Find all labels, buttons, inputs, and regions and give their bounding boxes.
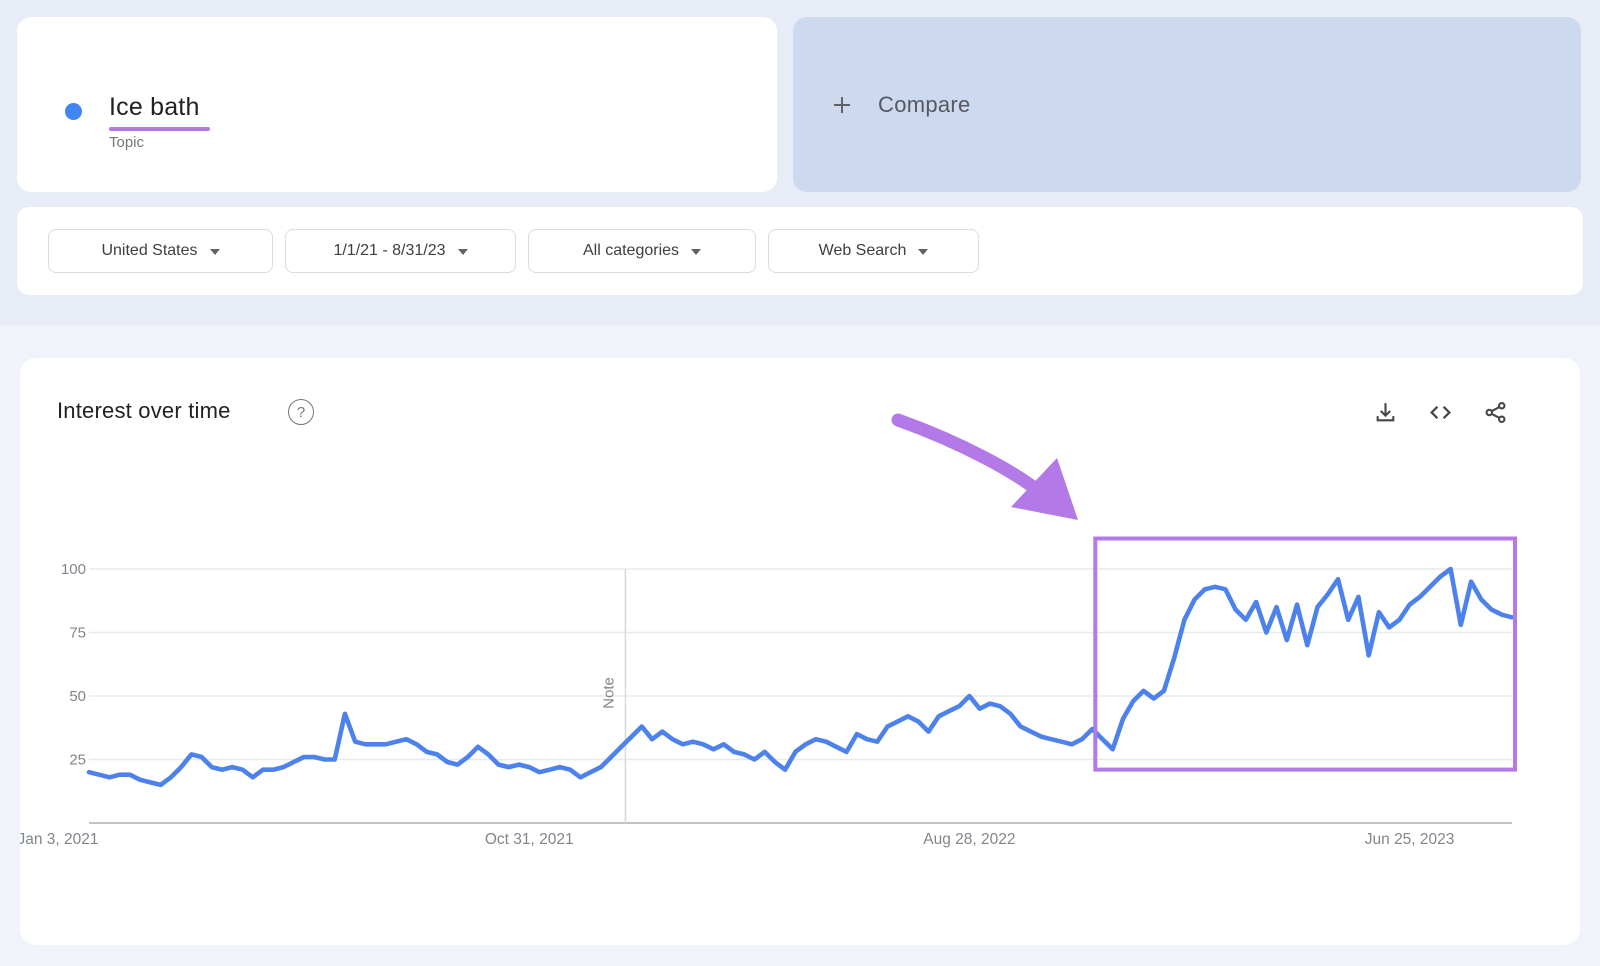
chevron-down-icon xyxy=(210,249,220,255)
search-term-label[interactable]: Ice bath xyxy=(109,93,200,122)
search-term-card[interactable]: Ice bath Topic xyxy=(17,17,777,192)
category-filter-label: All categories xyxy=(583,242,679,260)
svg-text:100: 100 xyxy=(61,561,86,578)
compare-add-button[interactable]: Compare xyxy=(793,17,1581,192)
compare-label: Compare xyxy=(878,92,971,118)
trend-line-series xyxy=(89,569,1512,785)
search-term-underline xyxy=(109,127,210,131)
interest-over-time-chart: 100 75 50 25 Jan 3, 2021 Oct 31, 2021 Au… xyxy=(20,358,1580,945)
svg-text:25: 25 xyxy=(69,752,86,769)
svg-text:50: 50 xyxy=(69,688,86,705)
y-axis-labels: 100 75 50 25 xyxy=(61,561,86,769)
x-axis-labels: Jan 3, 2021 Oct 31, 2021 Aug 28, 2022 Ju… xyxy=(20,831,1454,848)
date-range-filter-dropdown[interactable]: 1/1/21 - 8/31/23 xyxy=(285,229,516,273)
svg-text:75: 75 xyxy=(69,625,86,642)
plus-icon xyxy=(830,93,854,117)
note-marker-label[interactable]: Note xyxy=(600,677,617,709)
region-filter-label: United States xyxy=(101,242,197,260)
search-type-filter-dropdown[interactable]: Web Search xyxy=(768,229,979,273)
date-range-filter-label: 1/1/21 - 8/31/23 xyxy=(333,242,445,260)
svg-text:Jan 3, 2021: Jan 3, 2021 xyxy=(20,831,99,848)
svg-text:Aug 28, 2022: Aug 28, 2022 xyxy=(923,831,1015,848)
chevron-down-icon xyxy=(691,249,701,255)
svg-text:Oct 31, 2021: Oct 31, 2021 xyxy=(485,831,574,848)
interest-over-time-card: Interest over time ? xyxy=(20,358,1580,945)
y-gridlines xyxy=(89,569,1512,760)
filter-bar: United States 1/1/21 - 8/31/23 All categ… xyxy=(17,207,1583,295)
chevron-down-icon xyxy=(918,249,928,255)
region-filter-dropdown[interactable]: United States xyxy=(48,229,273,273)
google-trends-page: Ice bath Topic Compare United States 1/1… xyxy=(0,0,1600,966)
svg-text:Jun 25, 2023: Jun 25, 2023 xyxy=(1365,831,1455,848)
search-term-type: Topic xyxy=(109,134,144,151)
chevron-down-icon xyxy=(458,249,468,255)
search-type-filter-label: Web Search xyxy=(819,242,907,260)
series-color-dot xyxy=(65,103,82,120)
category-filter-dropdown[interactable]: All categories xyxy=(528,229,756,273)
purple-arrow-annotation xyxy=(898,420,1078,520)
